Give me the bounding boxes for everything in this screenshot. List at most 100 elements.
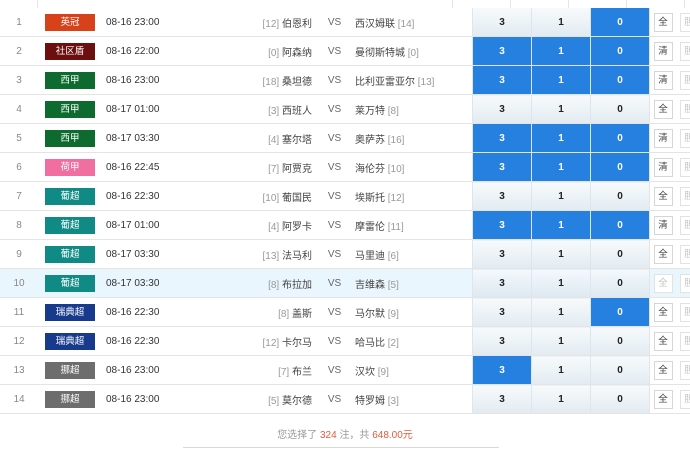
select-all-button[interactable]: 全 [653,389,673,409]
vs-label: VS [314,65,355,95]
option-win[interactable]: 3 [472,210,532,240]
select-all-button[interactable]: 清 [653,157,673,177]
option-lose[interactable]: 0 [590,355,650,385]
option-draw[interactable]: 1 [531,297,591,327]
select-all-button[interactable]: 全 [653,186,673,206]
league-badge[interactable]: 社区盾 [45,42,95,60]
option-lose[interactable]: 0 [590,239,650,269]
option-draw[interactable]: 1 [531,36,591,66]
league-badge[interactable]: 英冠 [45,13,95,31]
option-lose[interactable]: 0 [590,326,650,356]
option-draw[interactable]: 1 [531,268,591,298]
banker-button[interactable]: 胆 [679,157,690,177]
home-rank: [0] [268,47,280,59]
option-lose[interactable]: 0 [590,123,650,153]
banker-button[interactable]: 胆 [679,12,690,32]
option-lose[interactable]: 0 [590,210,650,240]
option-draw[interactable]: 1 [531,8,591,37]
select-all-button[interactable]: 全 [653,273,673,293]
league-badge[interactable]: 葡超 [45,187,95,205]
banker-button[interactable]: 胆 [679,273,690,293]
option-lose[interactable]: 0 [590,36,650,66]
option-draw[interactable]: 1 [531,123,591,153]
away-rank: [6] [387,250,399,262]
league-badge[interactable]: 西甲 [45,71,95,89]
league-badge[interactable]: 葡超 [45,216,95,234]
banker-button[interactable]: 胆 [679,331,690,351]
option-win[interactable]: 3 [472,355,532,385]
league-badge[interactable]: 葡超 [45,274,95,292]
banker-button[interactable]: 胆 [679,360,690,380]
option-win[interactable]: 3 [472,94,532,124]
match-index: 12 [0,326,38,356]
banker-button[interactable]: 胆 [679,128,690,148]
option-lose[interactable]: 0 [590,8,650,37]
option-win[interactable]: 3 [472,152,532,182]
banker-button[interactable]: 胆 [679,186,690,206]
vs-label: VS [314,152,355,182]
league-badge[interactable]: 葡超 [45,245,95,263]
option-draw[interactable]: 1 [531,210,591,240]
option-lose[interactable]: 0 [590,268,650,298]
banker-button[interactable]: 胆 [679,244,690,264]
home-team: [12] 卡尔马 [216,326,314,356]
select-all-button[interactable]: 全 [653,331,673,351]
option-win[interactable]: 3 [472,8,532,37]
select-all-button[interactable]: 清 [653,70,673,90]
select-all-button[interactable]: 清 [653,215,673,235]
banker-button[interactable]: 胆 [679,215,690,235]
option-draw[interactable]: 1 [531,239,591,269]
banker-button[interactable]: 胆 [679,41,690,61]
option-lose[interactable]: 0 [590,297,650,327]
select-all-button[interactable]: 全 [653,244,673,264]
option-lose[interactable]: 0 [590,384,650,414]
league-badge[interactable]: 西甲 [45,100,95,118]
option-draw[interactable]: 1 [531,152,591,182]
option-win[interactable]: 3 [472,239,532,269]
select-all-button[interactable]: 全 [653,360,673,380]
select-all-button[interactable]: 全 [653,99,673,119]
option-draw[interactable]: 1 [531,181,591,211]
option-draw[interactable]: 1 [531,65,591,95]
kickoff-time: 08-17 03:30 [100,239,216,269]
select-all-button[interactable]: 全 [653,12,673,32]
option-lose[interactable]: 0 [590,181,650,211]
league-badge[interactable]: 瑞典超 [45,332,95,350]
select-all-button[interactable]: 全 [653,302,673,322]
select-all-button[interactable]: 清 [653,41,673,61]
banker-button[interactable]: 胆 [679,70,690,90]
option-win[interactable]: 3 [472,36,532,66]
option-draw[interactable]: 1 [531,384,591,414]
option-win[interactable]: 3 [472,297,532,327]
away-team-name: 曼彻斯特城 [355,47,405,59]
option-win[interactable]: 3 [472,65,532,95]
option-win[interactable]: 3 [472,123,532,153]
option-win[interactable]: 3 [472,181,532,211]
league-badge[interactable]: 挪超 [45,390,95,408]
option-win[interactable]: 3 [472,268,532,298]
option-lose[interactable]: 0 [590,152,650,182]
league-badge[interactable]: 瑞典超 [45,303,95,321]
home-team-name: 盖斯 [292,308,312,320]
away-team: 海伦芬 [10] [355,152,473,182]
option-lose[interactable]: 0 [590,65,650,95]
away-team-name: 哈马比 [355,337,385,349]
option-draw[interactable]: 1 [531,326,591,356]
option-win[interactable]: 3 [472,384,532,414]
away-team-name: 西汉姆联 [355,18,395,30]
league-badge[interactable]: 挪超 [45,361,95,379]
banker-button[interactable]: 胆 [679,99,690,119]
option-draw[interactable]: 1 [531,355,591,385]
select-all-button[interactable]: 清 [653,128,673,148]
option-win[interactable]: 3 [472,326,532,356]
vs-label: VS [314,36,355,66]
option-lose[interactable]: 0 [590,94,650,124]
option-draw[interactable]: 1 [531,94,591,124]
home-team-name: 卡尔马 [282,337,312,349]
league-badge[interactable]: 西甲 [45,129,95,147]
banker-button[interactable]: 胆 [679,302,690,322]
league-badge[interactable]: 荷甲 [45,158,95,176]
banker-button[interactable]: 胆 [679,389,690,409]
away-team-name: 奥萨苏 [355,134,385,146]
home-team: [10] 葡国民 [216,181,314,211]
